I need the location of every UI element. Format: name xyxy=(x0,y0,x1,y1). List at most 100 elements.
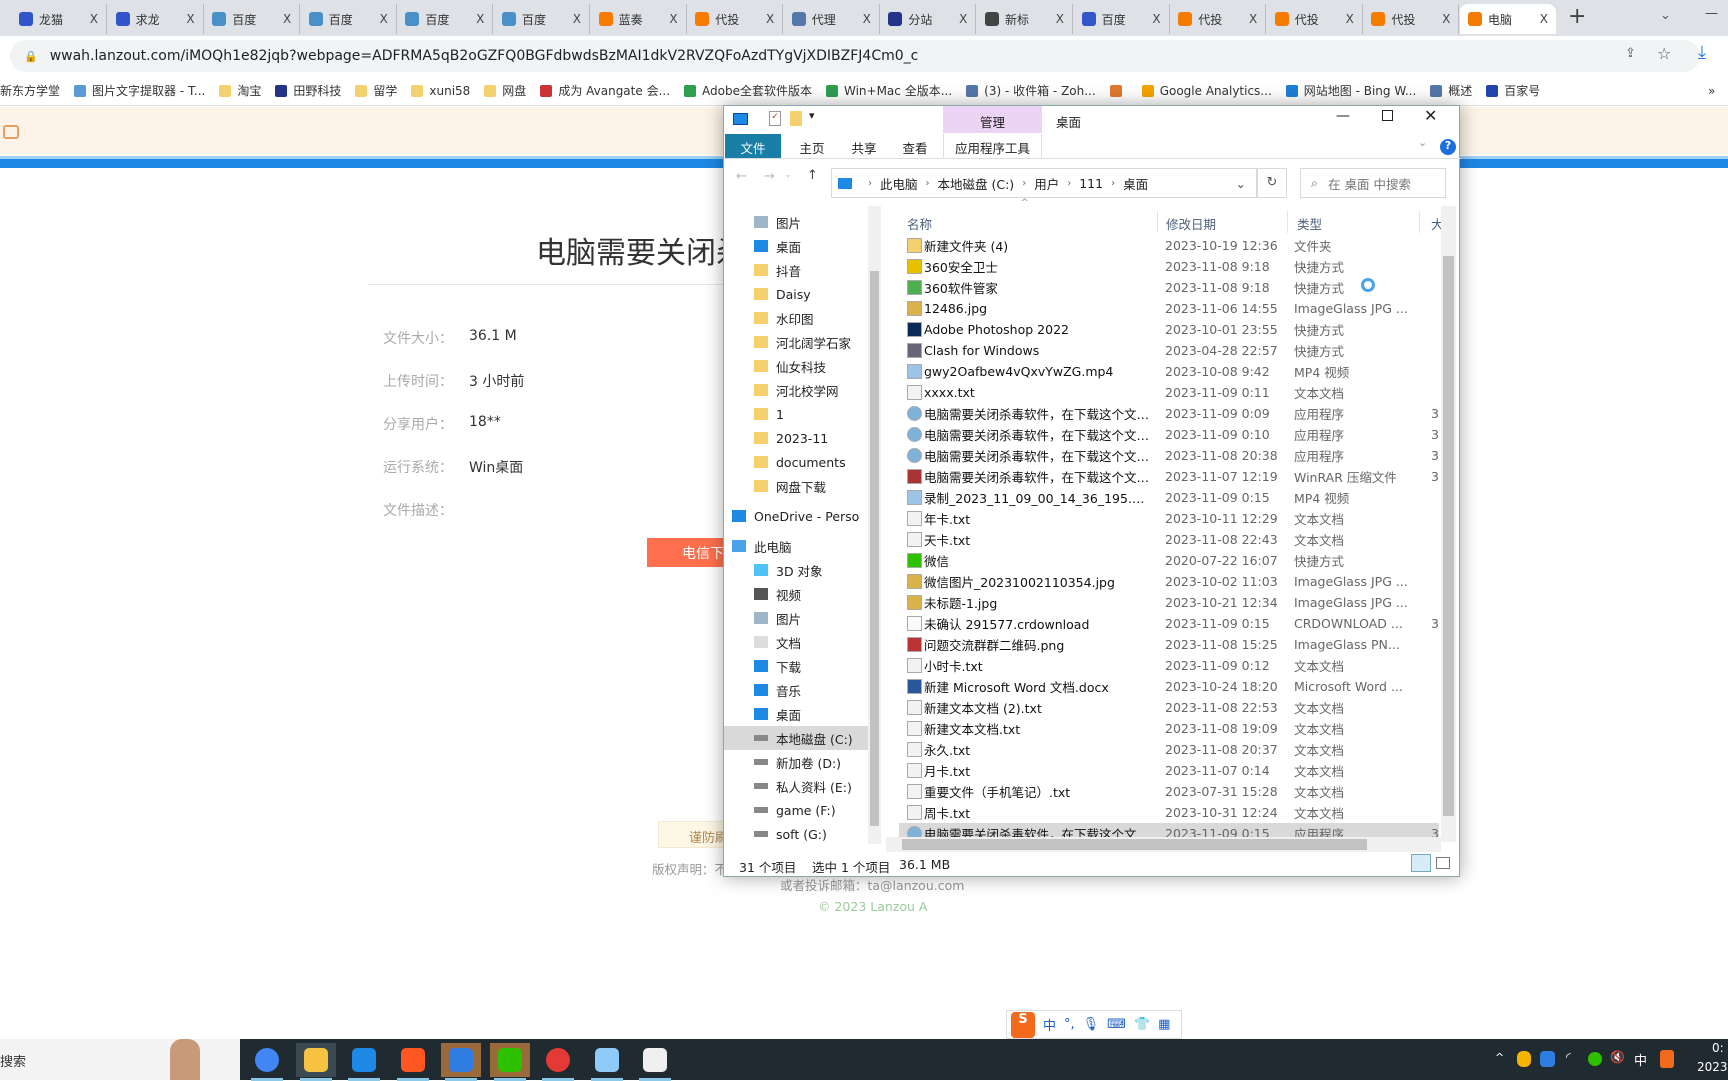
nav-item[interactable]: 此电脑 xyxy=(732,534,868,558)
tab-close-icon[interactable]: X xyxy=(1249,12,1257,26)
browser-tab[interactable]: 电脑 X xyxy=(1460,4,1556,34)
nav-item[interactable]: 文档 xyxy=(754,630,870,654)
refresh-button[interactable]: ↻ xyxy=(1257,168,1287,198)
tab-close-icon[interactable]: X xyxy=(476,12,484,26)
column-header[interactable]: 大小 xyxy=(1431,214,1441,233)
file-row[interactable]: Clash for Windows 2023-04-28 22:57 快捷方式 xyxy=(899,340,1439,361)
clock-time[interactable]: 0: xyxy=(1712,1041,1724,1055)
browser-tab[interactable]: 龙猫 X xyxy=(11,4,107,34)
bookmark-item[interactable]: 淘宝 xyxy=(219,82,261,99)
download-icon[interactable]: ⤓ xyxy=(1698,42,1706,63)
browser-tab[interactable]: 分站 X xyxy=(880,4,977,34)
bookmark-item[interactable]: Adobe全套软件版本 xyxy=(684,82,812,99)
bookmark-item[interactable]: (3) - 收件箱 - Zoh... xyxy=(966,82,1096,99)
ribbon-tab[interactable]: 主页 xyxy=(790,134,834,158)
large-icons-view-button[interactable] xyxy=(1436,857,1450,869)
file-row[interactable]: 360软件管家 2023-11-08 9:18 快捷方式 xyxy=(899,277,1439,298)
share-icon[interactable]: ⇪ xyxy=(1625,46,1636,61)
tray-sogou-icon[interactable] xyxy=(1660,1050,1674,1068)
breadcrumb[interactable]: › 此电脑 › 本地磁盘 (C:) › 用户 › 111 › 桌面 ⌄ xyxy=(831,168,1257,198)
ime-punctuation[interactable]: °, xyxy=(1064,1017,1075,1032)
file-row[interactable]: xxxx.txt 2023-11-09 0:11 文本文档 xyxy=(899,382,1439,403)
nav-item[interactable]: documents xyxy=(754,450,870,474)
nav-item[interactable]: 仙女科技📌 xyxy=(754,354,870,378)
tab-close-icon[interactable]: X xyxy=(1056,12,1064,26)
tab-close-icon[interactable]: X xyxy=(959,12,967,26)
bookmark-item[interactable]: xuni58 xyxy=(411,84,470,98)
file-row[interactable]: 重要文件（手机笔记）.txt 2023-07-31 15:28 文本文档 xyxy=(899,781,1439,802)
taskbar-app-app-ppt[interactable] xyxy=(635,1043,675,1081)
tab-close-icon[interactable]: X xyxy=(573,12,581,26)
tab-close-icon[interactable]: X xyxy=(186,12,194,26)
browser-tab[interactable]: 百度 X xyxy=(1074,4,1170,34)
ribbon-tab[interactable]: 共享 xyxy=(841,134,887,158)
bookmark-item[interactable]: Google Analytics... xyxy=(1141,84,1272,98)
file-row[interactable]: 微信 2020-07-22 16:07 快捷方式 xyxy=(899,550,1439,571)
bookmark-item[interactable]: 留学 xyxy=(355,82,397,99)
nav-item[interactable]: 新加卷 (D:) xyxy=(754,750,870,774)
breadcrumb-separator-icon[interactable]: › xyxy=(868,178,872,189)
ribbon-tab[interactable]: 应用程序工具 xyxy=(943,134,1042,158)
file-row[interactable]: 12486.jpg 2023-11-06 14:55 ImageGlass JPG … xyxy=(899,298,1439,319)
file-row[interactable]: 月卡.txt 2023-11-07 0:14 文本文档 xyxy=(899,760,1439,781)
column-header[interactable]: 名称 xyxy=(907,214,932,233)
nav-item[interactable]: 本地磁盘 (C:) xyxy=(724,726,868,750)
nav-item[interactable]: 视频 xyxy=(754,582,870,606)
properties-quick-icon[interactable]: ✓ xyxy=(769,111,781,126)
column-header[interactable]: 类型 xyxy=(1297,214,1322,233)
ribbon-tab[interactable]: 文件 xyxy=(725,134,781,158)
address-bar[interactable]: 🔒 wwah.lanzout.com/iMOQh1e82jqb?webpage=… xyxy=(10,40,1700,72)
breadcrumb-separator-icon[interactable]: › xyxy=(926,178,930,189)
input-language[interactable]: 中 xyxy=(1634,1050,1647,1069)
window-minimize-button[interactable]: — xyxy=(1705,6,1718,21)
breadcrumb-item[interactable]: 此电脑 xyxy=(880,174,918,193)
bookmark-item[interactable]: Win+Mac 全版本... xyxy=(825,82,952,99)
breadcrumb-separator-icon[interactable]: › xyxy=(1022,178,1026,189)
tab-search-chevron-icon[interactable]: ⌄ xyxy=(1660,8,1671,23)
file-row[interactable]: 未确认 291577.crdownload 2023-11-09 0:15 CRDO… xyxy=(899,613,1439,634)
taskbar-app-file-explorer[interactable] xyxy=(295,1043,336,1081)
nav-item[interactable]: 2023-11 xyxy=(754,426,870,450)
bookmark-item[interactable]: 网站地图 - Bing W... xyxy=(1285,82,1416,99)
browser-tab[interactable]: 代理 X xyxy=(784,4,880,34)
browser-tab[interactable]: 代投 X xyxy=(1170,4,1267,34)
telecom-download-button[interactable]: 电信下 xyxy=(647,538,727,567)
file-row[interactable]: 周卡.txt 2023-10-31 12:24 文本文档 xyxy=(899,802,1439,823)
tab-close-icon[interactable]: X xyxy=(863,12,871,26)
minimize-button[interactable]: — xyxy=(1336,108,1350,124)
bookmark-star-icon[interactable]: ☆ xyxy=(1657,44,1671,63)
tray-overflow-icon[interactable]: ^ xyxy=(1495,1051,1504,1064)
bookmark-item[interactable]: 图片文字提取器 - T... xyxy=(74,82,205,99)
clock-date[interactable]: 2023 xyxy=(1697,1060,1728,1074)
file-row[interactable]: 新建文本文档 (2).txt 2023-11-08 22:53 文本文档 xyxy=(899,697,1439,718)
nav-item[interactable]: 河北校学网📌 xyxy=(754,378,870,402)
taskbar-app-chrome[interactable] xyxy=(247,1043,287,1081)
file-row[interactable]: 360安全卫士 2023-11-08 9:18 快捷方式 xyxy=(899,256,1439,277)
nav-item[interactable]: 水印图📌 xyxy=(754,306,870,330)
nav-item[interactable]: OneDrive - Perso xyxy=(732,504,868,528)
toolbox-icon[interactable]: ▦ xyxy=(1158,1017,1170,1032)
tab-close-icon[interactable]: X xyxy=(1442,12,1450,26)
column-divider[interactable] xyxy=(1287,211,1288,233)
file-row[interactable]: 未标题-1.jpg 2023-10-21 12:34 ImageGlass JPG … xyxy=(899,592,1439,613)
taskbar-app-app-pen[interactable] xyxy=(587,1043,627,1081)
recent-dropdown-icon[interactable]: ⌄ xyxy=(784,170,792,180)
back-button[interactable]: ← xyxy=(736,169,747,184)
nav-item[interactable]: 音乐 xyxy=(754,678,870,702)
taskbar-search[interactable]: 搜索 xyxy=(0,1039,240,1080)
tab-close-icon[interactable]: X xyxy=(1540,12,1548,26)
nav-item[interactable]: 桌面 xyxy=(754,702,870,726)
help-icon[interactable]: ? xyxy=(1440,139,1456,155)
bookmark-item[interactable]: 新东方学堂 xyxy=(0,82,60,99)
nav-item[interactable]: Daisy📌 xyxy=(754,282,870,306)
file-list-vscrollbar[interactable] xyxy=(1441,206,1456,842)
nav-item[interactable]: 图片 xyxy=(754,606,870,630)
nav-item[interactable]: 抖音📌 xyxy=(754,258,870,282)
file-row[interactable]: 电脑需要关闭杀毒软件，在下载这个文件... 2023-11-08 20:38 应用程… xyxy=(899,445,1439,466)
bookmark-item[interactable] xyxy=(1109,84,1128,97)
breadcrumb-separator-icon[interactable]: › xyxy=(1067,178,1071,189)
file-row[interactable]: 录制_2023_11_09_00_14_36_195.mp4 2023-11-09… xyxy=(899,487,1439,508)
breadcrumb-separator-icon[interactable]: › xyxy=(1111,178,1115,189)
nav-item[interactable]: 私人资料 (E:) xyxy=(754,774,870,798)
nav-item[interactable]: 3D 对象 xyxy=(754,558,870,582)
